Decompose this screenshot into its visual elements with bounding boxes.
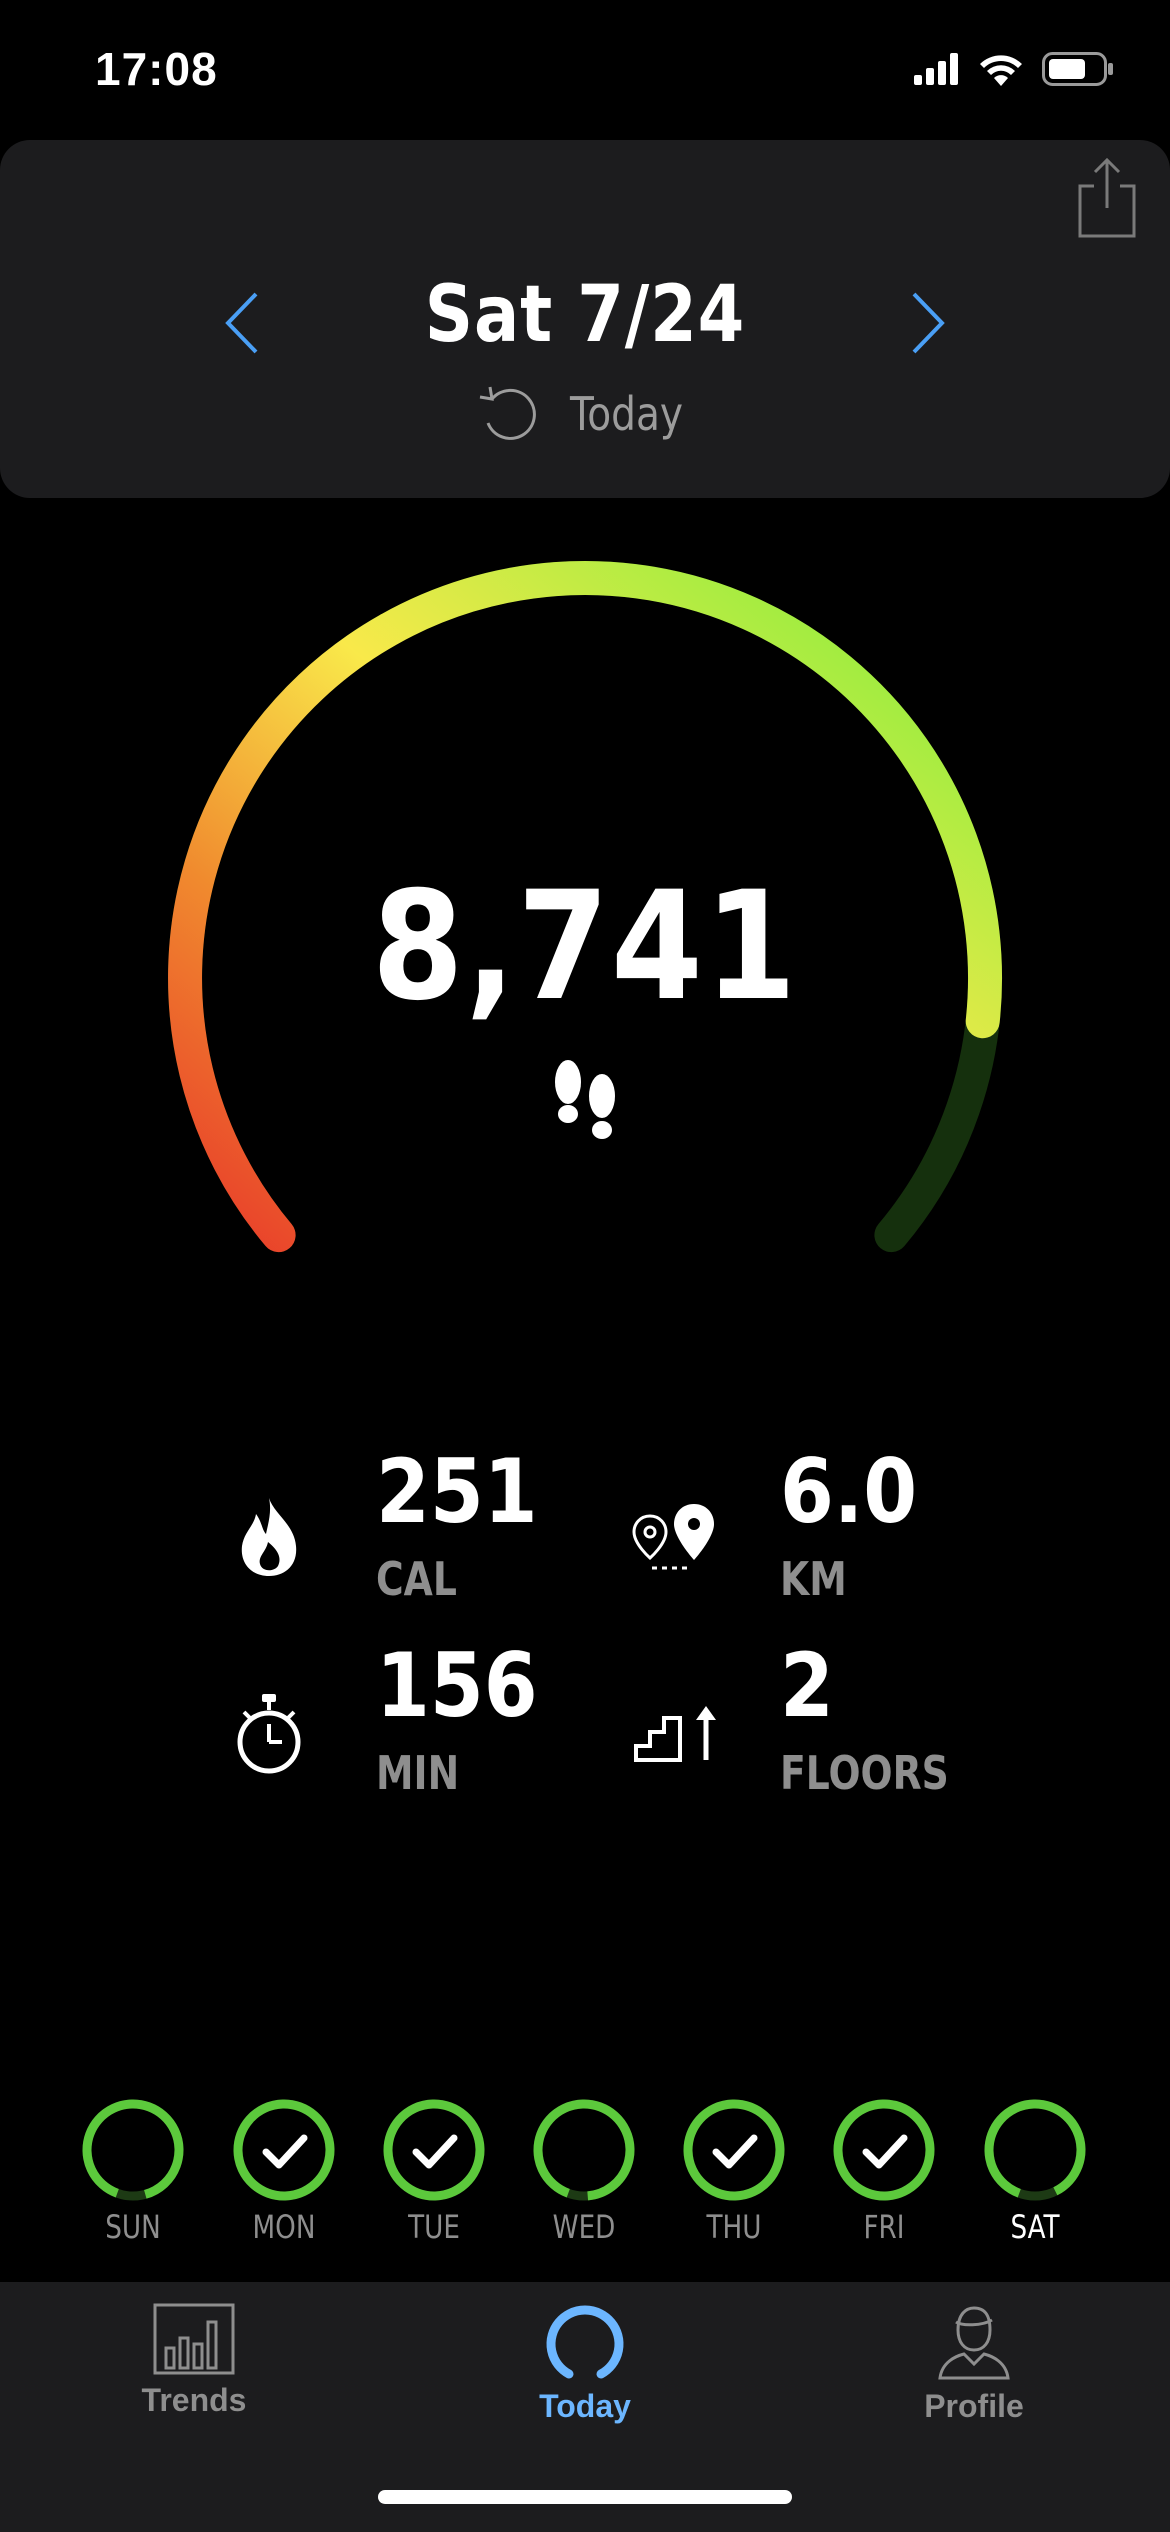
day-sun[interactable]: SUN [73, 2098, 193, 2246]
day-ring-icon [533, 2099, 635, 2201]
day-label: TUE [408, 2208, 460, 2246]
distance-value: 6.0 [780, 1440, 918, 1543]
floors-unit: FLOORS [780, 1746, 949, 1800]
day-fri[interactable]: FRI [824, 2098, 944, 2246]
day-ring-icon [984, 2099, 1086, 2201]
day-tue[interactable]: TUE [374, 2098, 494, 2246]
day-ring-icon [233, 2099, 335, 2201]
day-sat[interactable]: SAT [975, 2098, 1095, 2246]
stopwatch-icon [237, 1694, 301, 1774]
tab-profile[interactable]: Profile [854, 2302, 1094, 2425]
share-icon[interactable] [1074, 156, 1140, 240]
home-indicator[interactable] [378, 2490, 792, 2504]
location-pins-icon [632, 1504, 714, 1570]
steps-count: 8,741 [371, 860, 799, 1034]
day-label: FRI [863, 2208, 905, 2246]
today-button[interactable]: Today [0, 385, 1170, 443]
week-summary: SUN MON TUE WED THU FRI SAT [0, 2098, 1170, 2258]
day-label: SAT [1010, 2208, 1060, 2246]
stairs-icon [634, 1706, 716, 1762]
today-label: Today [570, 387, 684, 441]
day-ring-icon [82, 2099, 184, 2201]
minutes-unit: MIN [376, 1746, 460, 1800]
day-label: THU [706, 2208, 762, 2246]
day-mon[interactable]: MON [224, 2098, 344, 2246]
floors-value: 2 [780, 1634, 834, 1737]
flame-icon [241, 1498, 297, 1576]
day-ring-icon [683, 2099, 785, 2201]
day-label: MON [252, 2208, 316, 2246]
day-ring-icon [833, 2099, 935, 2201]
checkmark-icon [262, 2134, 308, 2169]
minutes-value: 156 [376, 1634, 538, 1737]
bar-chart-icon [153, 2303, 235, 2375]
tab-today-label: Today [539, 2388, 631, 2424]
distance-unit: KM [780, 1552, 847, 1606]
checkmark-icon [412, 2134, 458, 2169]
calories-value: 251 [376, 1440, 538, 1543]
person-icon [938, 2306, 1010, 2380]
day-wed[interactable]: WED [524, 2098, 644, 2246]
cellular-signal-icon [914, 53, 958, 85]
checkmark-icon [712, 2134, 758, 2169]
status-icons [914, 52, 1114, 86]
tab-profile-label: Profile [924, 2388, 1024, 2424]
date-label: Sat 7/24 [424, 270, 746, 360]
calories-unit: CAL [376, 1552, 457, 1606]
checkmark-icon [862, 2134, 908, 2169]
wifi-icon [980, 55, 1022, 86]
footprints-icon [555, 1060, 615, 1139]
status-time: 17:08 [95, 43, 218, 95]
ring-icon [546, 2305, 624, 2379]
refresh-icon [480, 386, 537, 440]
day-label: SUN [105, 2208, 161, 2246]
battery-icon [1042, 52, 1113, 86]
day-thu[interactable]: THU [674, 2098, 794, 2246]
day-ring-icon [383, 2099, 485, 2201]
screen: 17:08 Sat 7/24 Today 8,741 251 CAL 6.0 K… [0, 0, 1170, 2532]
tab-today[interactable]: Today [465, 2302, 705, 2425]
tab-trends[interactable]: Trends [74, 2302, 314, 2419]
day-label: WED [552, 2208, 616, 2246]
tab-trends-label: Trends [141, 2382, 247, 2418]
